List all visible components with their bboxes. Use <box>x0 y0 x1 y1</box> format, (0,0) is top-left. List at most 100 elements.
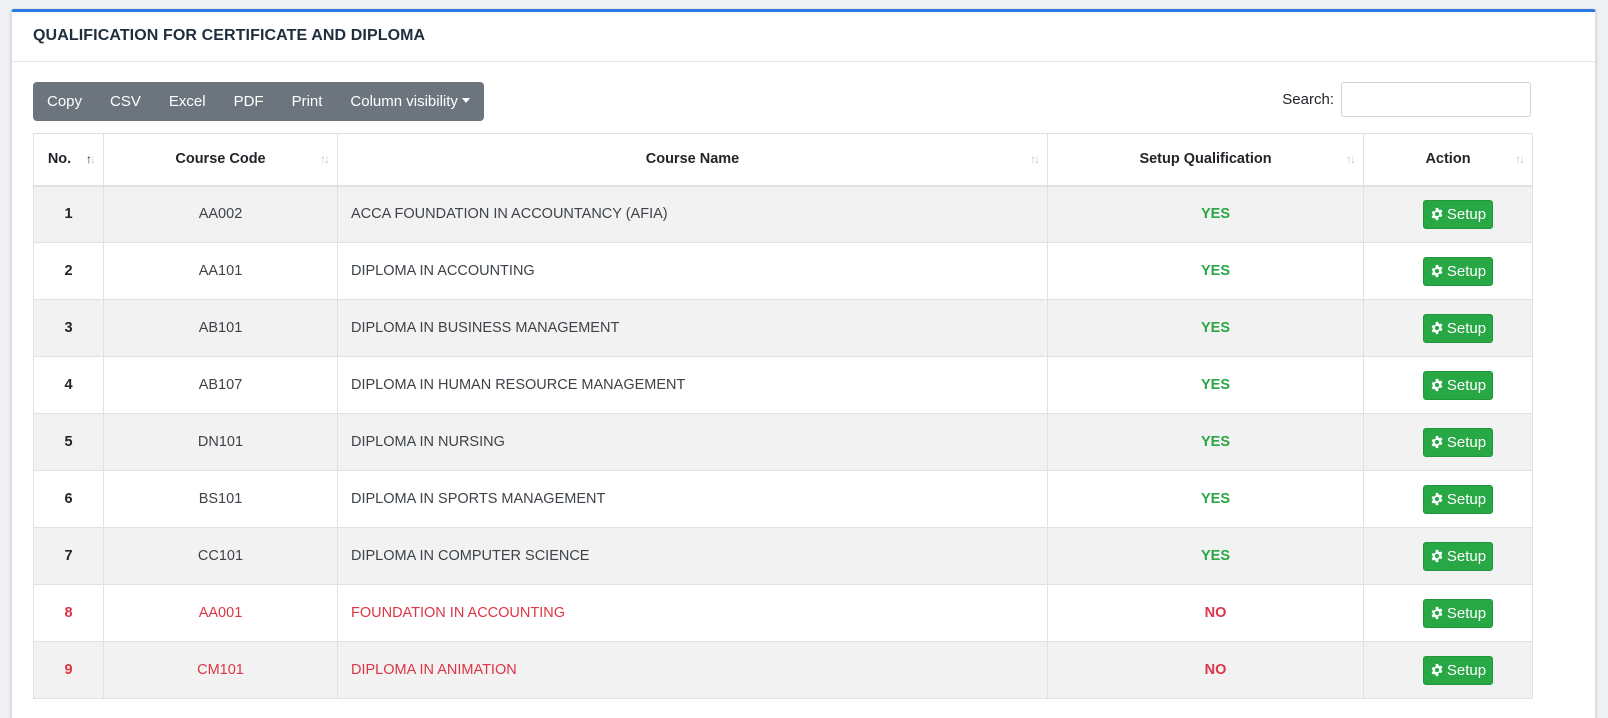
column-visibility-button[interactable]: Column visibility <box>336 82 484 121</box>
table-row: 7 CC101 DIPLOMA IN COMPUTER SCIENCE YES … <box>33 527 1533 585</box>
setup-button[interactable]: Setup <box>1422 598 1494 628</box>
setup-button[interactable]: Setup <box>1422 427 1494 457</box>
setup-button-label: Setup <box>1446 547 1487 565</box>
row-number: 2 <box>33 242 104 300</box>
row-number: 4 <box>33 356 104 414</box>
course-name: DIPLOMA IN COMPUTER SCIENCE <box>337 527 1048 585</box>
setup-button-label: Setup <box>1446 433 1487 451</box>
row-number: 1 <box>33 185 104 243</box>
course-name: DIPLOMA IN ACCOUNTING <box>337 242 1048 300</box>
course-code: AA002 <box>103 185 338 243</box>
sort-ascending-icon: ↑↓ <box>86 152 96 167</box>
table-row: 2 AA101 DIPLOMA IN ACCOUNTING YES Setup <box>33 242 1533 300</box>
table-body: 1 AA002 ACCA FOUNDATION IN ACCOUNTANCY (… <box>33 185 1533 699</box>
course-name: ACCA FOUNDATION IN ACCOUNTANCY (AFIA) <box>337 185 1048 243</box>
export-toolbar: Copy CSV Excel PDF Print Column visibili… <box>33 82 484 121</box>
search-input[interactable] <box>1341 82 1531 117</box>
course-name: DIPLOMA IN ANIMATION <box>337 641 1048 699</box>
gear-icon <box>1431 264 1443 278</box>
table-row: 5 DN101 DIPLOMA IN NURSING YES Setup <box>33 413 1533 471</box>
setup-status: NO <box>1047 641 1364 699</box>
gear-icon <box>1431 549 1443 563</box>
card-header: QUALIFICATION FOR CERTIFICATE AND DIPLOM… <box>12 12 1595 62</box>
setup-status: YES <box>1047 527 1364 585</box>
setup-button[interactable]: Setup <box>1422 256 1494 286</box>
course-code: AB101 <box>103 299 338 357</box>
setup-button-label: Setup <box>1446 376 1487 394</box>
setup-status: YES <box>1047 470 1364 528</box>
table-row: 9 CM101 DIPLOMA IN ANIMATION NO Setup <box>33 641 1533 699</box>
table-container: No. ↑↓ Course Code ↑↓ Course Name ↑↓ Set… <box>33 133 1533 699</box>
row-number: 6 <box>33 470 104 528</box>
column-header-course-code[interactable]: Course Code ↑↓ <box>103 133 338 187</box>
action-cell: Setup <box>1363 641 1533 699</box>
gear-icon <box>1431 321 1443 335</box>
qualification-card: QUALIFICATION FOR CERTIFICATE AND DIPLOM… <box>11 9 1596 718</box>
gear-icon <box>1431 606 1443 620</box>
setup-status: YES <box>1047 185 1364 243</box>
setup-button[interactable]: Setup <box>1422 655 1494 685</box>
action-cell: Setup <box>1363 584 1533 642</box>
action-cell: Setup <box>1363 185 1533 243</box>
course-name: FOUNDATION IN ACCOUNTING <box>337 584 1048 642</box>
column-header-course-name-label: Course Name <box>645 151 740 168</box>
table-header-row: No. ↑↓ Course Code ↑↓ Course Name ↑↓ Set… <box>33 133 1533 187</box>
setup-button[interactable]: Setup <box>1422 313 1494 343</box>
csv-button[interactable]: CSV <box>96 82 155 121</box>
table-row: 1 AA002 ACCA FOUNDATION IN ACCOUNTANCY (… <box>33 185 1533 243</box>
setup-button-label: Setup <box>1446 490 1487 508</box>
row-number: 9 <box>33 641 104 699</box>
gear-icon <box>1431 208 1443 221</box>
column-header-course-code-label: Course Code <box>175 151 266 168</box>
excel-button[interactable]: Excel <box>155 82 220 121</box>
column-header-action-label: Action <box>1425 151 1471 168</box>
course-code: CC101 <box>103 527 338 585</box>
print-button[interactable]: Print <box>278 82 337 121</box>
course-code: DN101 <box>103 413 338 471</box>
setup-button-label: Setup <box>1446 319 1487 337</box>
column-header-setup-qualification-label: Setup Qualification <box>1139 151 1272 168</box>
row-number: 7 <box>33 527 104 585</box>
sort-icon: ↑↓ <box>1030 152 1040 167</box>
course-table: No. ↑↓ Course Code ↑↓ Course Name ↑↓ Set… <box>33 133 1533 699</box>
copy-button[interactable]: Copy <box>33 82 96 121</box>
setup-button[interactable]: Setup <box>1422 484 1494 514</box>
course-name: DIPLOMA IN SPORTS MANAGEMENT <box>337 470 1048 528</box>
column-header-no[interactable]: No. ↑↓ <box>33 133 104 187</box>
gear-icon <box>1431 492 1443 506</box>
action-cell: Setup <box>1363 299 1533 357</box>
column-visibility-label: Column visibility <box>350 93 458 110</box>
setup-status: YES <box>1047 242 1364 300</box>
sort-icon: ↑↓ <box>1346 152 1356 167</box>
course-code: AA001 <box>103 584 338 642</box>
row-number: 3 <box>33 299 104 357</box>
action-cell: Setup <box>1363 527 1533 585</box>
sort-icon: ↑↓ <box>320 152 330 167</box>
setup-status: YES <box>1047 299 1364 357</box>
table-row: 6 BS101 DIPLOMA IN SPORTS MANAGEMENT YES… <box>33 470 1533 528</box>
course-name: DIPLOMA IN NURSING <box>337 413 1048 471</box>
table-row: 8 AA001 FOUNDATION IN ACCOUNTING NO Setu… <box>33 584 1533 642</box>
column-header-course-name[interactable]: Course Name ↑↓ <box>337 133 1048 187</box>
course-name: DIPLOMA IN HUMAN RESOURCE MANAGEMENT <box>337 356 1048 414</box>
setup-button[interactable]: Setup <box>1422 199 1494 229</box>
action-cell: Setup <box>1363 470 1533 528</box>
setup-button[interactable]: Setup <box>1422 370 1494 400</box>
table-row: 4 AB107 DIPLOMA IN HUMAN RESOURCE MANAGE… <box>33 356 1533 414</box>
setup-status: YES <box>1047 413 1364 471</box>
column-header-setup-qualification[interactable]: Setup Qualification ↑↓ <box>1047 133 1364 187</box>
action-cell: Setup <box>1363 356 1533 414</box>
setup-button-label: Setup <box>1446 661 1487 679</box>
action-cell: Setup <box>1363 242 1533 300</box>
setup-button[interactable]: Setup <box>1422 541 1494 571</box>
sort-icon: ↑↓ <box>1515 152 1525 167</box>
row-number: 5 <box>33 413 104 471</box>
setup-status: YES <box>1047 356 1364 414</box>
pdf-button[interactable]: PDF <box>220 82 278 121</box>
gear-icon <box>1431 435 1443 449</box>
caret-down-icon <box>461 98 470 103</box>
course-code: CM101 <box>103 641 338 699</box>
column-header-action[interactable]: Action ↑↓ <box>1363 133 1533 187</box>
setup-button-label: Setup <box>1446 262 1487 280</box>
search-label: Search: <box>1282 91 1334 108</box>
